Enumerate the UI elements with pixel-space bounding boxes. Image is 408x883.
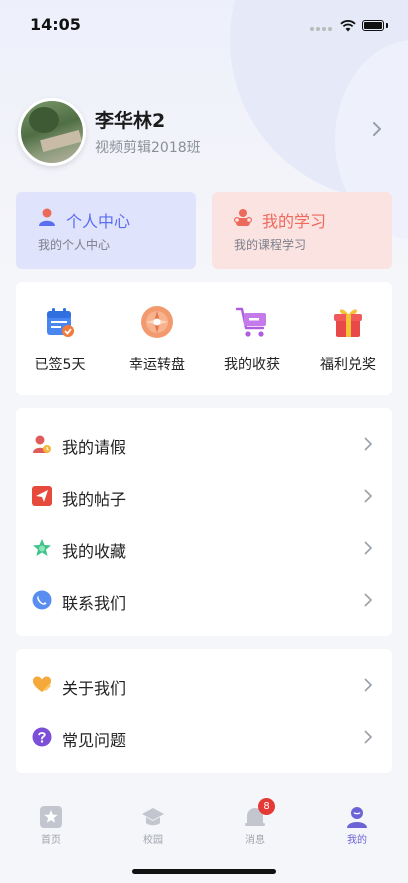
paper-plane-icon — [32, 486, 52, 506]
quick-actions-panel: 已签5天 幸运转盘 我的收获 福利兑奖 — [16, 282, 392, 395]
tab-label: 首页 — [41, 835, 61, 846]
tab-label: 消息 — [245, 835, 265, 846]
status-bar: 14:05 — [0, 0, 408, 48]
chevron-right-icon — [364, 489, 373, 503]
personal-center-subtitle: 我的个人中心 — [38, 238, 111, 252]
tab-messages[interactable]: 8 消息 — [225, 798, 285, 846]
question-icon — [32, 727, 52, 747]
menu-item-label: 我的帖子 — [62, 490, 127, 509]
personal-center-title: 个人中心 — [66, 212, 131, 231]
home-indicator[interactable] — [132, 869, 276, 874]
my-study-card[interactable]: 我的学习 我的课程学习 — [212, 192, 392, 269]
tab-label: 校园 — [143, 835, 163, 846]
quick-action-label: 我的收获 — [224, 357, 280, 373]
menu-item-label: 我的请假 — [62, 438, 127, 457]
quick-action-harvest[interactable]: 我的收获 — [212, 304, 292, 374]
signal-icon — [310, 16, 334, 35]
shopping-cart-icon — [235, 307, 266, 337]
star-icon — [33, 539, 51, 556]
study-person-icon — [233, 209, 253, 226]
chevron-right-icon — [364, 437, 373, 451]
chevron-right-icon — [364, 678, 373, 692]
menu-item-contact[interactable]: 联系我们 — [16, 574, 392, 626]
tab-home[interactable]: 首页 — [21, 805, 81, 846]
lucky-wheel-icon — [141, 306, 173, 338]
user-name: 李华林2 — [95, 110, 166, 132]
menu-item-favorites[interactable]: 我的收藏 — [16, 522, 392, 574]
battery-icon — [362, 20, 384, 31]
menu-item-posts[interactable]: 我的帖子 — [16, 470, 392, 522]
phone-icon — [32, 590, 52, 610]
quick-action-label: 已签5天 — [34, 357, 86, 373]
chevron-right-icon[interactable] — [368, 120, 386, 138]
person-icon — [39, 208, 55, 226]
chevron-right-icon — [364, 541, 373, 555]
calendar-check-icon — [47, 308, 74, 337]
menu-item-label: 联系我们 — [62, 594, 127, 613]
profile-header[interactable]: 李华林2 视频剪辑2018班 — [18, 98, 390, 166]
menu-group-2: 关于我们 常见问题 — [16, 649, 392, 773]
my-study-subtitle: 我的课程学习 — [234, 238, 307, 252]
personal-center-card[interactable]: 个人中心 我的个人中心 — [16, 192, 196, 269]
quick-action-gift[interactable]: 福利兑奖 — [308, 304, 388, 374]
status-icons — [310, 16, 388, 35]
menu-item-label: 关于我们 — [62, 679, 127, 698]
status-time: 14:05 — [30, 15, 81, 34]
quick-action-checkin[interactable]: 已签5天 — [20, 304, 100, 374]
menu-item-label: 我的收藏 — [62, 542, 127, 561]
leave-request-icon — [33, 435, 51, 453]
menu-item-label: 常见问题 — [62, 731, 127, 750]
menu-item-leave[interactable]: 我的请假 — [16, 418, 392, 470]
wifi-icon — [340, 19, 356, 31]
user-class: 视频剪辑2018班 — [95, 140, 201, 156]
tab-mine[interactable]: 我的 — [327, 805, 387, 846]
menu-item-faq[interactable]: 常见问题 — [16, 711, 392, 763]
message-bell-icon: 8 — [243, 798, 275, 829]
unread-badge: 8 — [258, 798, 275, 815]
quick-action-label: 福利兑奖 — [320, 357, 376, 373]
tab-label: 我的 — [347, 835, 367, 846]
graduation-cap-icon — [141, 805, 165, 829]
chevron-right-icon — [364, 593, 373, 607]
tab-campus[interactable]: 校园 — [123, 805, 183, 846]
heart-icon — [33, 676, 51, 692]
my-study-title: 我的学习 — [262, 212, 327, 231]
menu-item-about[interactable]: 关于我们 — [16, 659, 392, 711]
avatar[interactable] — [18, 98, 86, 166]
gift-icon — [334, 309, 362, 337]
home-star-icon — [39, 805, 63, 829]
chevron-right-icon — [364, 730, 373, 744]
user-icon — [345, 805, 369, 829]
quick-action-label: 幸运转盘 — [129, 357, 185, 373]
menu-group-1: 我的请假 我的帖子 我的收藏 联系我们 — [16, 408, 392, 636]
quick-action-wheel[interactable]: 幸运转盘 — [117, 304, 197, 374]
